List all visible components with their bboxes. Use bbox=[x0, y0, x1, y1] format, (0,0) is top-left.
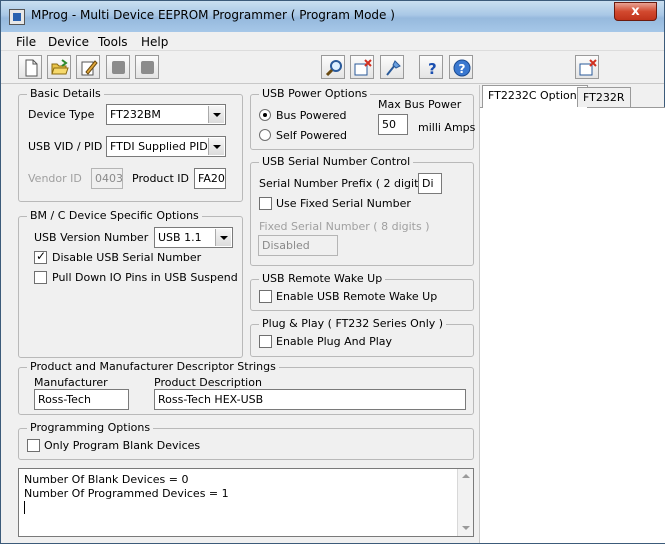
scroll-up-icon[interactable] bbox=[462, 474, 470, 478]
plug-play-label: Enable Plug And Play bbox=[276, 335, 393, 348]
group-title: USB Serial Number Control bbox=[259, 155, 414, 168]
edit-button[interactable] bbox=[76, 55, 100, 79]
menu-help[interactable]: Help bbox=[141, 35, 168, 49]
close-button[interactable]: x bbox=[614, 2, 657, 21]
remote-wake-checkbox[interactable] bbox=[259, 290, 272, 303]
output-log[interactable]: Number Of Blank Devices = 0 Number Of Pr… bbox=[18, 468, 474, 537]
device-options-panel: FT2232C Options FT232R bbox=[479, 85, 665, 543]
search-icon bbox=[325, 60, 342, 77]
group-title: USB Power Options bbox=[259, 87, 371, 100]
bus-powered-radio[interactable] bbox=[259, 109, 271, 121]
text-cursor bbox=[24, 501, 25, 514]
log-scrollbar[interactable] bbox=[457, 469, 473, 536]
disable-serial-label: Disable USB Serial Number bbox=[52, 251, 202, 264]
log-line: Number Of Blank Devices = 0 bbox=[24, 473, 189, 486]
toolbar: ? ? bbox=[1, 51, 664, 84]
usb-version-select[interactable]: USB 1.1 bbox=[154, 227, 233, 248]
device-type-label: Device Type bbox=[28, 108, 95, 121]
product-description-field[interactable]: Ross-Tech HEX-USB bbox=[154, 389, 466, 410]
menu-file[interactable]: File bbox=[16, 35, 36, 49]
erase-icon bbox=[354, 59, 372, 76]
app-icon bbox=[9, 9, 25, 25]
max-power-label: Max Bus Power bbox=[378, 98, 462, 111]
erase-icon bbox=[579, 59, 597, 76]
menu-tools[interactable]: Tools bbox=[98, 35, 128, 49]
erase-button[interactable] bbox=[350, 55, 374, 79]
about-icon: ? bbox=[453, 59, 471, 77]
use-fixed-serial-checkbox[interactable] bbox=[259, 197, 272, 210]
program-button[interactable] bbox=[380, 55, 404, 79]
group-title: Product and Manufacturer Descriptor Stri… bbox=[27, 360, 279, 373]
usb-vid-pid-label: USB VID / PID bbox=[28, 140, 103, 153]
open-folder-icon bbox=[51, 59, 69, 75]
program-icon bbox=[386, 60, 401, 76]
disabled-button-1[interactable] bbox=[106, 55, 130, 79]
serial-prefix-field[interactable]: Di bbox=[418, 173, 442, 194]
menu-device[interactable]: Device bbox=[48, 35, 89, 49]
serial-prefix-label: Serial Number Prefix ( 2 digits ) bbox=[259, 177, 432, 190]
max-power-unit: milli Amps bbox=[418, 121, 476, 134]
usb-vid-pid-select[interactable]: FTDI Supplied PID bbox=[106, 136, 226, 157]
group-title: Programming Options bbox=[27, 421, 154, 434]
disabled-icon bbox=[141, 61, 154, 74]
svg-text:?: ? bbox=[459, 62, 466, 76]
pull-down-label: Pull Down IO Pins in USB Suspend bbox=[52, 271, 238, 284]
blank-only-checkbox[interactable] bbox=[27, 439, 40, 452]
disabled-icon bbox=[112, 61, 125, 74]
help-icon: ? bbox=[428, 60, 437, 77]
menu-bar: File Device Tools Help bbox=[1, 32, 664, 51]
product-id-field[interactable]: FA20 bbox=[194, 168, 226, 189]
chevron-down-icon[interactable] bbox=[208, 106, 224, 123]
device-type-value: FT232BM bbox=[110, 108, 161, 121]
device-type-select[interactable]: FT232BM bbox=[106, 104, 226, 125]
product-id-label: Product ID bbox=[132, 172, 189, 185]
vendor-id-field[interactable]: 0403 bbox=[91, 168, 123, 189]
vendor-id-label: Vendor ID bbox=[28, 172, 82, 185]
scan-button[interactable] bbox=[321, 55, 345, 79]
fixed-serial-label: Fixed Serial Number ( 8 digits ) bbox=[259, 220, 430, 233]
group-title: BM / C Device Specific Options bbox=[27, 209, 202, 222]
log-line: Number Of Programmed Devices = 1 bbox=[24, 487, 229, 500]
self-powered-label: Self Powered bbox=[276, 129, 347, 142]
tab-ft232r[interactable]: FT232R bbox=[577, 87, 631, 107]
open-button[interactable] bbox=[47, 55, 71, 79]
scroll-down-icon[interactable] bbox=[462, 526, 470, 530]
blank-only-label: Only Program Blank Devices bbox=[44, 439, 201, 452]
window-title: MProg - Multi Device EEPROM Programmer (… bbox=[31, 8, 395, 22]
edit-icon bbox=[81, 60, 98, 76]
product-description-label: Product Description bbox=[154, 376, 262, 389]
new-button[interactable] bbox=[18, 55, 42, 79]
about-button[interactable]: ? bbox=[449, 55, 473, 79]
tab-content bbox=[480, 107, 665, 543]
main-window: MProg - Multi Device EEPROM Programmer (… bbox=[0, 0, 665, 544]
max-power-field[interactable]: 50 bbox=[378, 114, 408, 135]
pull-down-checkbox[interactable] bbox=[34, 271, 47, 284]
svg-text:?: ? bbox=[428, 60, 437, 77]
new-file-icon bbox=[25, 59, 38, 77]
manufacturer-field[interactable]: Ross-Tech bbox=[34, 389, 129, 410]
tab-ft2232c-options[interactable]: FT2232C Options bbox=[482, 85, 589, 108]
remote-wake-label: Enable USB Remote Wake Up bbox=[276, 290, 438, 303]
self-powered-radio[interactable] bbox=[259, 129, 271, 141]
chevron-down-icon[interactable] bbox=[215, 229, 231, 246]
title-bar[interactable]: MProg - Multi Device EEPROM Programmer (… bbox=[1, 1, 664, 32]
fixed-serial-field[interactable]: Disabled bbox=[258, 235, 338, 256]
erase-button-2[interactable] bbox=[575, 55, 599, 79]
usb-version-value: USB 1.1 bbox=[158, 231, 202, 244]
bus-powered-label: Bus Powered bbox=[276, 109, 347, 122]
usb-vid-pid-value: FTDI Supplied PID bbox=[110, 140, 208, 153]
chevron-down-icon[interactable] bbox=[208, 138, 224, 155]
use-fixed-serial-label: Use Fixed Serial Number bbox=[276, 197, 411, 210]
disabled-button-2[interactable] bbox=[135, 55, 159, 79]
group-title: Plug & Play ( FT232 Series Only ) bbox=[259, 317, 447, 330]
disable-serial-checkbox[interactable] bbox=[34, 249, 47, 264]
help-button[interactable]: ? bbox=[419, 55, 443, 79]
plug-play-checkbox[interactable] bbox=[259, 335, 272, 348]
usb-version-label: USB Version Number bbox=[34, 231, 149, 244]
manufacturer-label: Manufacturer bbox=[34, 376, 108, 389]
group-title: USB Remote Wake Up bbox=[259, 272, 386, 285]
group-title: Basic Details bbox=[27, 87, 104, 100]
